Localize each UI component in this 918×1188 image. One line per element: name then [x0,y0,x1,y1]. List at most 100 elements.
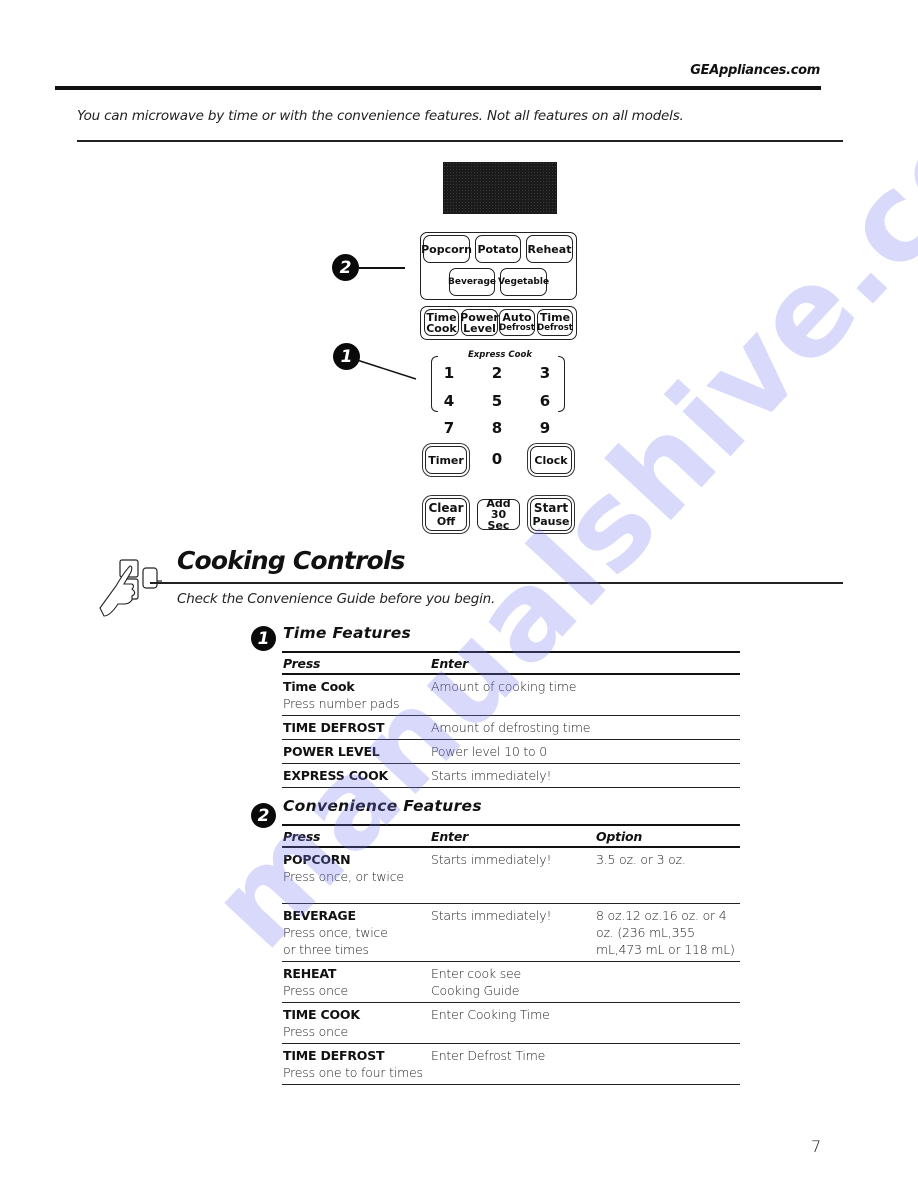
table-header-row: Press Enter [282,651,740,675]
page-number: 7 [811,1137,822,1156]
microwave-display [443,162,557,214]
convenience-features-badge: 2 [251,803,276,828]
callout-line-1 [356,359,417,380]
row-enter: Amount of cooking time [430,674,740,716]
key-label-line2: Cook [426,321,457,335]
row-enter-text: Enter cook see Cooking Guide [431,965,521,998]
key-potato[interactable]: Potato [475,235,521,263]
key-add-30-sec[interactable]: Add 30 Sec [477,498,520,532]
header-press: Press [282,824,430,848]
express-cook-label: Express Cook [468,350,532,360]
row-press: REHEAT [283,965,337,981]
key-label-line1: Time [539,310,571,324]
key-start-pause[interactable]: Start Pause [530,498,572,531]
key-label-line1: Clear [428,500,464,515]
table-row: REHEAT Press once Enter cook see Cooking … [282,961,740,1003]
row-press: TIME COOK [283,1006,360,1022]
key-digit-3[interactable]: 3 [535,364,555,382]
header-press: Press [282,651,430,675]
row-enter: Enter Cooking Time [430,1002,595,1044]
row-press: TIME DEFROST [283,1047,385,1063]
row-press: EXPRESS COOK [283,768,389,783]
key-clear-off[interactable]: Clear Off [425,498,467,531]
key-digit-8[interactable]: 8 [487,419,507,437]
key-digit-5[interactable]: 5 [487,392,507,410]
row-enter: Amount of defrosting time [430,715,740,740]
key-reheat[interactable]: Reheat [526,235,573,263]
key-digit-0[interactable]: 0 [487,450,507,468]
table-row: EXPRESS COOK Starts immediately! [282,763,740,788]
key-digit-9[interactable]: 9 [535,419,555,437]
callout-line-2 [359,267,405,269]
key-label-line2: Level [463,321,496,335]
key-time-cook[interactable]: Time Cook [424,309,459,336]
key-digit-7[interactable]: 7 [439,419,459,437]
key-time-defrost[interactable]: Time Defrost [537,309,573,336]
row-option: 3.5 oz. or 3 oz. [595,847,740,904]
title-rule [150,582,843,584]
key-label-line1: Auto [502,310,532,324]
key-popcorn[interactable]: Popcorn [421,235,472,263]
row-option [595,1002,740,1044]
row-enter: Power level 10 to 0 [430,739,740,764]
row-press-note: Press once, or twice [283,869,404,884]
express-bracket-right [558,356,565,412]
table-row: BEVERAGE Press once, twice or three times… [282,903,740,962]
key-vegetable[interactable]: Vegetable [498,268,549,296]
key-timer[interactable]: Timer [425,446,467,474]
site-url: GEAppliances.com [690,63,820,78]
key-label-line2: 30 Sec [487,508,510,532]
header-rule [55,86,821,90]
key-beverage[interactable]: Beverage [448,268,496,296]
row-enter: Starts immediately! [430,763,740,788]
header-option: Option [595,824,740,848]
row-press-note: Press once [283,1023,349,1039]
key-digit-6[interactable]: 6 [535,392,555,410]
row-option [595,1043,740,1085]
key-label-line2: Off [436,514,456,528]
row-press: POWER LEVEL [283,744,380,759]
key-label-line1: Power [460,310,499,324]
key-auto-defrost[interactable]: Auto Defrost [499,309,535,336]
row-enter: Starts immediately! [430,903,595,962]
time-features-table: Press Enter Time Cook Press number pads A… [282,651,740,788]
table-header-row: Press Enter Option [282,824,740,848]
row-option [595,961,740,1003]
express-bracket-left [431,356,438,412]
row-enter: Starts immediately! [430,847,595,904]
key-power-level[interactable]: Power Level [460,309,499,336]
page-subtitle: Check the Convenience Guide before you b… [177,591,496,607]
key-digit-2[interactable]: 2 [487,364,507,382]
row-press: POPCORN [283,852,351,867]
table-row: TIME COOK Press once Enter Cooking Time [282,1002,740,1044]
time-features-badge: 1 [251,626,276,651]
page-title: Cooking Controls [177,546,406,575]
convenience-features-title: Convenience Features [283,797,482,815]
hand-pressing-button-icon [99,559,162,617]
table-row: TIME DEFROST Press one to four times Ente… [282,1043,740,1085]
table-row: TIME DEFROST Amount of defrosting time [282,715,740,740]
table-row: POPCORN Press once, or twice Starts immed… [282,847,740,904]
time-features-title: Time Features [283,624,412,642]
key-label-line2: Pause [532,514,570,528]
row-option: 8 oz.12 oz.16 oz. or 4 oz. (236 mL,355 m… [595,903,740,962]
row-press: Time Cook [283,679,355,694]
intro-text: You can microwave by time or with the co… [77,108,684,124]
key-digit-4[interactable]: 4 [439,392,459,410]
key-digit-1[interactable]: 1 [439,364,459,382]
key-clock[interactable]: Clock [530,446,572,474]
key-label-line2: Defrost [499,322,535,333]
header-enter: Enter [430,651,740,675]
table-row: POWER LEVEL Power level 10 to 0 [282,739,740,764]
row-press-note: Press one to four times [283,1064,423,1080]
intro-rule [77,140,843,142]
row-press-note: Press once, twice or three times [283,924,388,957]
row-press-note: Press number pads [283,696,400,711]
key-label-line2: Defrost [537,322,573,333]
row-press-note: Press once [283,982,349,998]
key-label-line1: Time [426,310,457,324]
row-enter: Enter Defrost Time [430,1043,595,1085]
table-row: Time Cook Press number pads Amount of coo… [282,674,740,716]
convenience-features-table: Press Enter Option POPCORN Press once, or… [282,824,740,1085]
row-press: TIME DEFROST [283,720,385,735]
